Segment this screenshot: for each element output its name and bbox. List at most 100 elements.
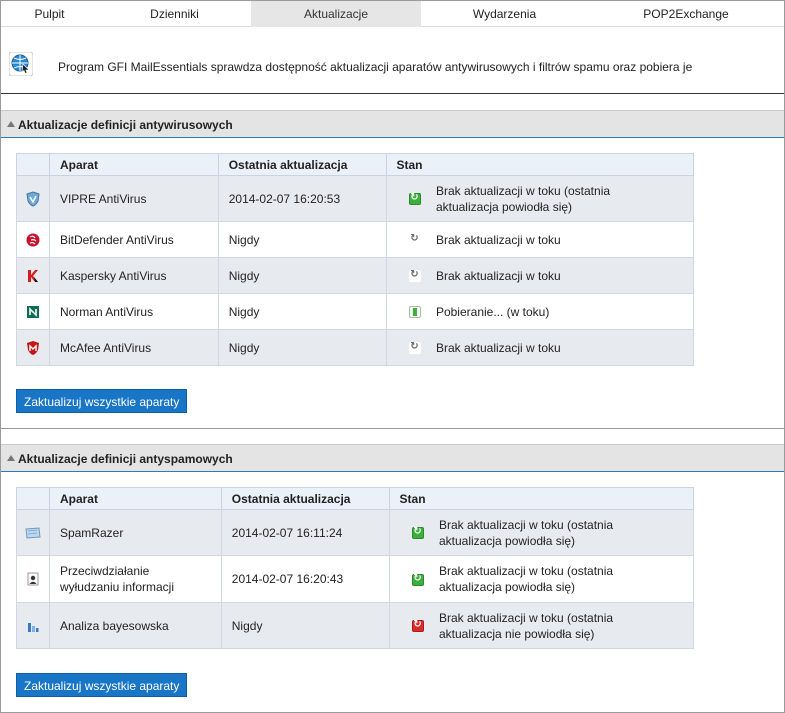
status-icon-cell: ↻ — [388, 509, 439, 556]
status-icon-cell: ↻ — [385, 175, 436, 222]
table-row[interactable]: Analiza bayesowska Nigdy ↻ Brak aktualiz… — [16, 602, 694, 649]
tab-dzienniki[interactable]: Dzienniki — [98, 1, 251, 27]
status-line-1: Brak aktualizacji w toku (ostatnia — [438, 610, 614, 625]
status-line-1: Brak aktualizacji w toku (ostatnia — [438, 517, 614, 532]
engine-icon-cell — [16, 257, 50, 294]
status-line-2: aktualizacja powiodła się) — [438, 580, 576, 594]
kaspersky-icon — [27, 269, 38, 282]
table-row[interactable]: SpamRazer 2014-02-07 16:11:24 ↻ Brak akt… — [16, 509, 694, 556]
status-failed-icon: ↻ — [411, 619, 424, 633]
header-last-update[interactable]: Ostatnia aktualizacja — [220, 487, 390, 510]
engine-icon-cell — [16, 555, 50, 603]
bitdefender-icon — [26, 233, 40, 246]
engine-icon-cell — [16, 509, 50, 556]
antivirus-panel-header[interactable]: Aktualizacje definicji antywirusowych — [1, 110, 784, 138]
last-update: 2014-02-07 16:20:43 — [220, 555, 390, 603]
collapse-arrow-icon[interactable] — [7, 455, 15, 461]
last-update: Nigdy — [217, 221, 387, 258]
status-text: Brak aktualizacji w toku — [435, 257, 694, 294]
status-icon-cell: ↻ — [385, 221, 436, 258]
antispam-panel-header[interactable]: Aktualizacje definicji antyspamowych — [1, 444, 784, 472]
engine-icon-cell — [16, 221, 50, 258]
status-text: Brak aktualizacji w toku (ostatnia aktual… — [438, 509, 694, 556]
norman-icon — [26, 305, 39, 318]
status-icon-cell: ↻ — [385, 257, 436, 294]
antivirus-panel-title: Aktualizacje definicji antywirusowych — [18, 118, 233, 132]
tab-pop2exchange[interactable]: POP2Exchange — [588, 1, 784, 27]
last-update: 2014-02-07 16:20:53 — [217, 175, 387, 222]
table-header-row: Aparat Ostatnia aktualizacja Stan — [16, 153, 694, 176]
engine-name: SpamRazer — [48, 509, 222, 556]
status-text: Pobieranie... (w toku) — [435, 293, 694, 330]
engine-name-line-1: Przeciwdziałanie — [59, 564, 150, 578]
bayesian-icon — [27, 622, 39, 632]
status-icon-cell: ↻ — [385, 329, 436, 366]
table-row[interactable]: VIPRE AntiVirus 2014-02-07 16:20:53 ↻ Br… — [16, 175, 694, 222]
status-line-2: aktualizacja powiodła się) — [438, 533, 576, 548]
header-status[interactable]: Stan — [385, 153, 694, 176]
header-last-update[interactable]: Ostatnia aktualizacja — [217, 153, 387, 176]
status-ok-icon: ↻ — [408, 192, 421, 206]
status-text: Brak aktualizacji w toku (ostatnia aktual… — [438, 602, 694, 649]
antispam-table: Aparat Ostatnia aktualizacja Stan SpamRa… — [16, 487, 695, 649]
header-icon-col — [16, 153, 50, 176]
collapse-arrow-icon[interactable] — [7, 121, 15, 127]
spamrazer-icon — [25, 526, 41, 539]
intro-text: Program GFI MailEssentials sprawdza dost… — [58, 60, 693, 74]
engine-icon-cell — [16, 329, 50, 366]
status-ok-icon: ↻ — [411, 572, 424, 586]
engine-icon-cell — [16, 293, 50, 330]
engine-name: VIPRE AntiVirus — [48, 175, 219, 222]
engine-name: BitDefender AntiVirus — [48, 221, 219, 258]
engine-name-line-2: wyłudzaniu informacji — [59, 580, 174, 594]
engine-name: McAfee AntiVirus — [48, 329, 219, 366]
engine-icon-cell — [16, 175, 50, 222]
table-row[interactable]: BitDefender AntiVirus Nigdy ↻ Brak aktua… — [16, 221, 694, 258]
table-row[interactable]: Norman AntiVirus Nigdy Pobieranie... (w … — [16, 293, 694, 330]
status-ok-icon: ↻ — [411, 526, 424, 540]
status-downloading-icon — [408, 306, 421, 319]
mcafee-icon — [26, 340, 39, 355]
section-divider — [1, 428, 784, 429]
vipre-shield-icon — [26, 190, 40, 207]
last-update: Nigdy — [217, 329, 387, 366]
globe-update-icon — [9, 52, 33, 76]
tab-wydarzenia[interactable]: Wydarzenia — [421, 1, 588, 27]
update-all-antivirus-button[interactable]: Zaktualizuj wszystkie aparaty — [16, 389, 188, 413]
antivirus-panel: Aktualizacje definicji antywirusowych Ap… — [1, 110, 784, 428]
antispam-panel-title: Aktualizacje definicji antyspamowych — [18, 452, 233, 466]
last-update: Nigdy — [217, 257, 387, 294]
window-frame: Pulpit Dzienniki Aktualizacje Wydarzenia… — [0, 0, 785, 713]
table-row[interactable]: Kaspersky AntiVirus Nigdy ↻ Brak aktuali… — [16, 257, 694, 294]
intro-section: Program GFI MailEssentials sprawdza dost… — [1, 28, 784, 94]
status-idle-icon: ↻ — [408, 341, 421, 355]
last-update: Nigdy — [220, 602, 390, 649]
status-line-2: aktualizacja nie powiodła się) — [438, 626, 595, 641]
header-engine[interactable]: Aparat — [48, 153, 219, 176]
last-update: 2014-02-07 16:11:24 — [220, 509, 390, 556]
last-update: Nigdy — [217, 293, 387, 330]
tab-pulpit[interactable]: Pulpit — [1, 1, 98, 27]
antispam-panel: Aktualizacje definicji antyspamowych Apa… — [1, 444, 784, 712]
status-idle-icon: ↻ — [408, 269, 421, 283]
table-row[interactable]: Przeciwdziałanie wyłudzaniu informacji 20… — [16, 555, 694, 603]
status-icon-cell — [385, 293, 436, 330]
tab-aktualizacje[interactable]: Aktualizacje — [251, 1, 421, 27]
engine-icon-cell — [16, 602, 50, 649]
table-row[interactable]: McAfee AntiVirus Nigdy ↻ Brak aktualizac… — [16, 329, 694, 366]
tab-bar: Pulpit Dzienniki Aktualizacje Wydarzenia… — [1, 1, 784, 27]
update-all-antispam-button[interactable]: Zaktualizuj wszystkie aparaty — [16, 673, 188, 697]
status-line-1: Brak aktualizacji w toku (ostatnia — [438, 564, 614, 578]
status-text: Brak aktualizacji w toku — [435, 329, 694, 366]
status-line-2: aktualizacja powiodła się) — [435, 199, 573, 214]
header-engine[interactable]: Aparat — [48, 487, 222, 510]
antivirus-table: Aparat Ostatnia aktualizacja Stan VIPRE … — [16, 153, 694, 366]
status-idle-icon: ↻ — [408, 233, 421, 247]
status-icon-cell: ↻ — [388, 602, 439, 649]
table-header-row: Aparat Ostatnia aktualizacja Stan — [16, 487, 695, 510]
header-icon-col — [16, 487, 50, 510]
header-status[interactable]: Stan — [388, 487, 695, 510]
status-line-1: Brak aktualizacji w toku (ostatnia — [435, 183, 611, 198]
status-icon-cell: ↻ — [388, 555, 439, 603]
engine-name: Norman AntiVirus — [48, 293, 219, 330]
